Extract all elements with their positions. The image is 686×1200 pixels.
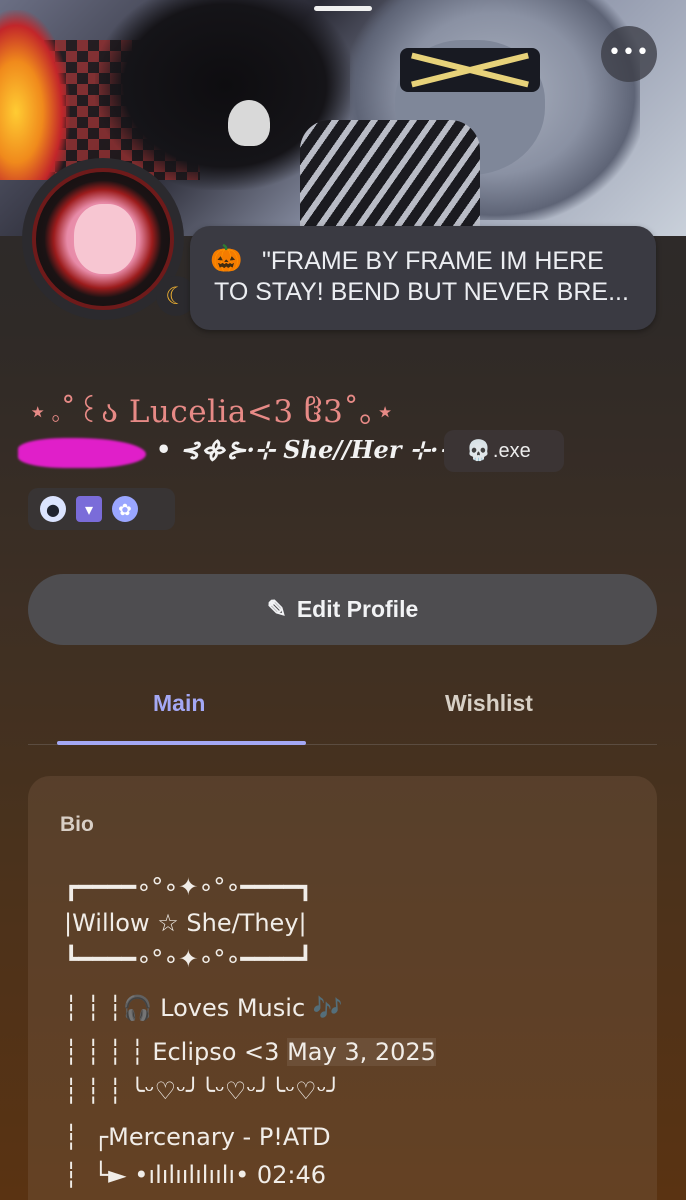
- active-tab-indicator: [57, 741, 306, 745]
- nitro-badge-icon[interactable]: ●: [40, 496, 66, 522]
- edit-profile-label: Edit Profile: [296, 596, 419, 622]
- bio-line: ┏━━━━∘°∘✦∘°∘━━━━┓: [64, 873, 313, 901]
- banner-striped-clothing: [300, 120, 480, 236]
- hypesquad-badge-icon[interactable]: ▾: [76, 496, 102, 522]
- bio-label: Bio: [60, 813, 94, 836]
- badge-list: ● ▾ ✿: [28, 488, 175, 530]
- bio-line: ┆ └► •ılılıılılıılı• 02:46: [64, 1161, 327, 1189]
- banner-character-visor: [400, 48, 540, 92]
- banner-skull: [228, 100, 270, 146]
- bio-line: ┆ ┆ ┆ ╰ᵕ♡ᵕ╯╰ᵕ♡ᵕ╯╰ᵕ♡ᵕ╯: [64, 1077, 342, 1105]
- tab-main[interactable]: Main: [153, 690, 205, 717]
- avatar-frame[interactable]: ☾: [22, 158, 196, 320]
- avatar[interactable]: [32, 168, 174, 310]
- bio-line-text: ┆ ┆ ┆ ┆ Eclipso <3: [64, 1038, 288, 1066]
- edit-profile-button[interactable]: ✎ Edit Profile: [28, 574, 657, 645]
- avatar-character-face: [74, 204, 136, 274]
- redacted-username: [18, 438, 146, 468]
- custom-status-bubble[interactable]: 🎃 "FRAME BY FRAME IM HERE TO STAY! BEND …: [190, 226, 656, 330]
- server-tag-chip[interactable]: 💀 .exe: [444, 430, 564, 472]
- skull-icon: 💀: [466, 440, 491, 462]
- date-highlight: May 3, 2025: [287, 1038, 436, 1066]
- bio-line: ┆ ┆ ┆🎧 Loves Music 🎶: [64, 994, 343, 1022]
- pencil-icon: ✎: [266, 596, 287, 623]
- sheet-drag-handle[interactable]: [314, 6, 372, 11]
- display-name: ⋆｡˚꒰ა Luceliа<3 ჱ3˚｡⋆: [28, 394, 396, 430]
- tab-wishlist[interactable]: Wishlist: [445, 690, 533, 717]
- bio-line-eclipso: ┆ ┆ ┆ ┆ Eclipso <3 May 3, 2025: [64, 1037, 436, 1067]
- more-options-button[interactable]: •••: [601, 26, 657, 82]
- custom-status-text: "FRAME BY FRAME IM HERE TO STAY! BEND BU…: [214, 247, 629, 306]
- bio-line: ┗━━━━∘°∘✦∘°∘━━━━┛: [64, 945, 313, 973]
- bio-line: |Willow ☆ She/They|: [64, 909, 307, 937]
- server-tag-text: .exe: [492, 440, 531, 462]
- quest-badge-icon[interactable]: ✿: [112, 496, 138, 522]
- bio-line: ┆ ┌Mercenary - P!ATD: [64, 1123, 331, 1151]
- banner-fire: [0, 10, 70, 180]
